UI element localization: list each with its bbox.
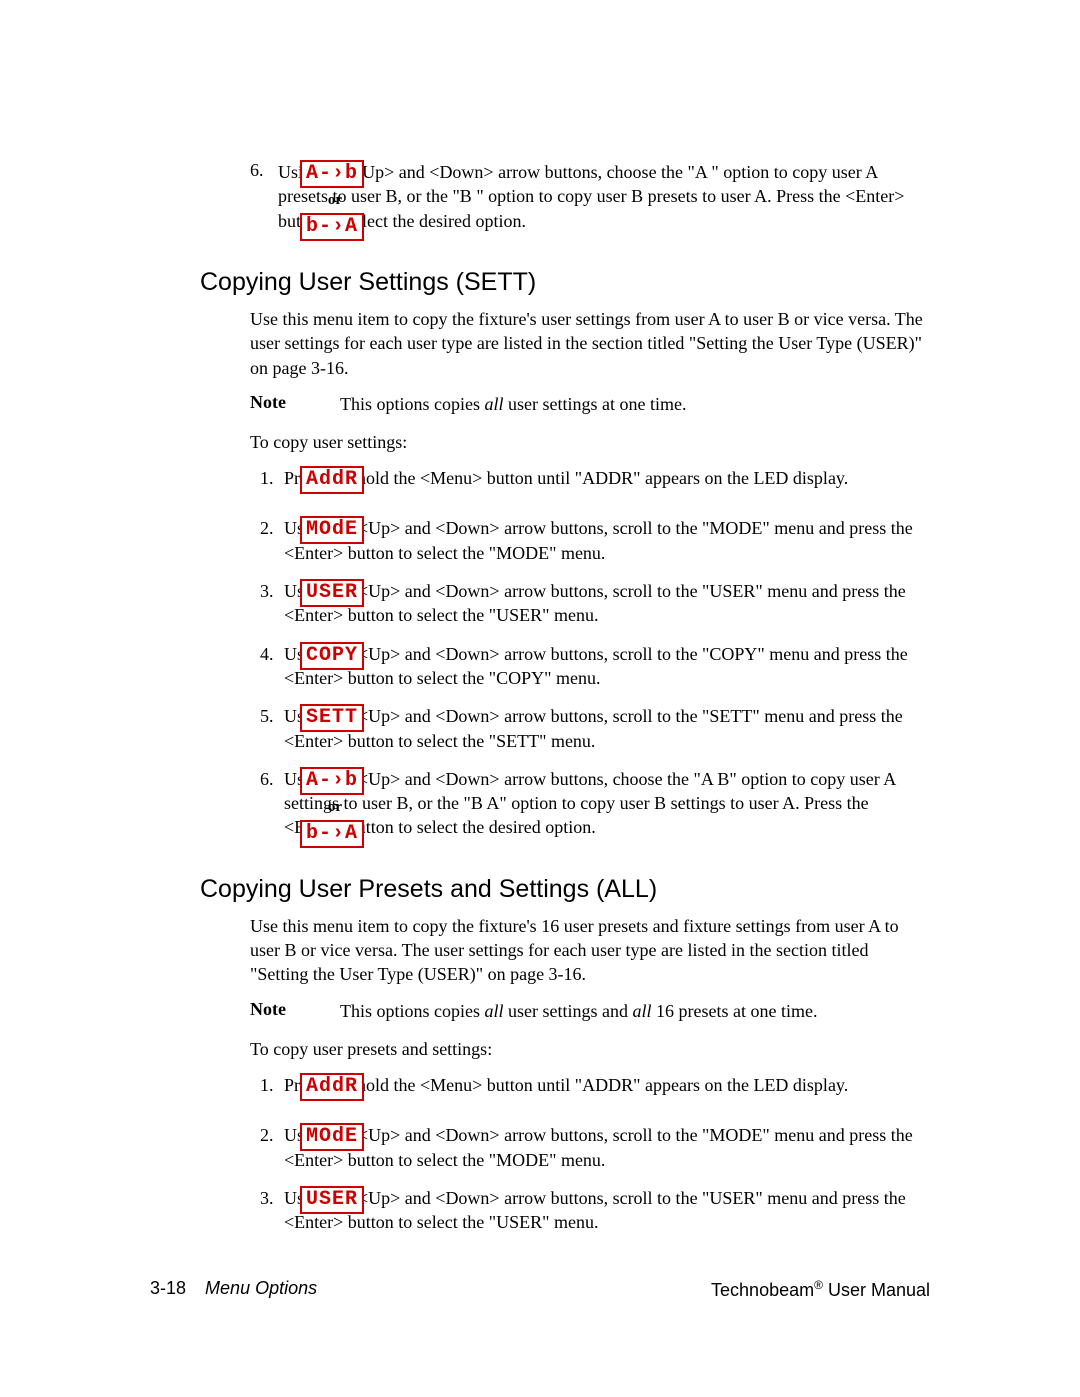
all-step3-row: USER Using the <Up> and <Down> arrow but… xyxy=(150,1186,930,1235)
step-text: Using the <Up> and <Down> arrow buttons,… xyxy=(278,1123,930,1172)
all-intro: Use this menu item to copy the fixture's… xyxy=(250,914,930,987)
step-text: Using the <Up> and <Down> arrow buttons,… xyxy=(278,579,930,628)
sett-step2-row: MOdE Using the <Up> and <Down> arrow but… xyxy=(150,516,930,565)
sett-intro: Use this menu item to copy the fixture's… xyxy=(250,307,930,380)
led-a-to-b: A-›b xyxy=(300,767,364,795)
sett-step5-icon: SETT xyxy=(300,704,370,732)
sett-step3-row: USER Using the <Up> and <Down> arrow but… xyxy=(150,579,930,628)
note-pre: This options copies xyxy=(340,394,485,414)
note-label: Note xyxy=(250,392,340,416)
step-text: Using the <Up> and <Down> arrow buttons,… xyxy=(278,704,930,753)
page-number: 3-18 xyxy=(150,1278,186,1298)
led-addr: AddR xyxy=(300,1073,364,1101)
note-label: Note xyxy=(250,999,340,1023)
note-ital2: all xyxy=(633,1001,652,1021)
heading-sett: Copying User Settings (SETT) xyxy=(200,268,930,297)
heading-all: Copying User Presets and Settings (ALL) xyxy=(200,875,930,904)
sett-step3-icon: USER xyxy=(300,579,370,607)
note-pre: This options copies xyxy=(340,1001,485,1021)
led-copy: COPY xyxy=(300,642,364,670)
step-text: Using the <Up> and <Down> arrow buttons,… xyxy=(278,642,930,691)
product-name: Technobeam xyxy=(711,1280,814,1300)
step-text: Using the <Up> and <Down> arrow buttons,… xyxy=(278,1186,930,1235)
sett-step4-row: COPY Using the <Up> and <Down> arrow but… xyxy=(150,642,930,691)
all-step2-row: MOdE Using the <Up> and <Down> arrow but… xyxy=(150,1123,930,1172)
led-b-to-a: b-›A xyxy=(300,820,364,848)
or-label: or xyxy=(300,799,370,816)
or-label: or xyxy=(300,192,370,209)
manual-label: User Manual xyxy=(823,1280,930,1300)
all-intro-block: Use this menu item to copy the fixture's… xyxy=(250,914,930,1061)
registered-icon: ® xyxy=(814,1278,823,1292)
note-ital1: all xyxy=(485,1001,504,1021)
footer-left: 3-18 Menu Options xyxy=(150,1278,317,1301)
sett-to-copy: To copy user settings: xyxy=(250,430,930,454)
led-a-to-b: A-›b xyxy=(300,160,364,188)
sett-step6-icons: A-›b or b-›A xyxy=(300,767,370,848)
sett-step6-row: A-›b or b-›A Using the <Up> and <Down> a… xyxy=(150,767,930,857)
led-sett: SETT xyxy=(300,704,364,732)
top-step6-row: A-›b or b-›A 6. Using the <Up> and <Down… xyxy=(150,160,930,250)
note-text: This options copies all user settings an… xyxy=(340,999,817,1023)
led-user: USER xyxy=(300,579,364,607)
step-text: Press and hold the <Menu> button until "… xyxy=(278,1073,930,1097)
sett-step5-row: SETT Using the <Up> and <Down> arrow but… xyxy=(150,704,930,753)
footer-right: Technobeam® User Manual xyxy=(711,1278,930,1301)
all-to-copy: To copy user presets and settings: xyxy=(250,1037,930,1061)
sett-step4-icon: COPY xyxy=(300,642,370,670)
note-post: user settings at one time. xyxy=(504,394,687,414)
all-step2-icon: MOdE xyxy=(300,1123,370,1151)
footer-section: Menu Options xyxy=(205,1278,317,1298)
sett-intro-block: Use this menu item to copy the fixture's… xyxy=(250,307,930,454)
led-mode: MOdE xyxy=(300,1123,364,1151)
manual-page: A-›b or b-›A 6. Using the <Up> and <Down… xyxy=(0,0,1080,1397)
led-b-to-a: b-›A xyxy=(300,213,364,241)
step-number: 6. xyxy=(250,160,278,233)
all-step1-icon: AddR xyxy=(300,1073,370,1101)
sett-step1-icon: AddR xyxy=(300,466,370,494)
all-note: Note This options copies all user settin… xyxy=(250,999,930,1023)
sett-step1-row: AddR Press and hold the <Menu> button un… xyxy=(150,466,930,512)
led-addr: AddR xyxy=(300,466,364,494)
sett-step2-icon: MOdE xyxy=(300,516,370,544)
note-ital: all xyxy=(485,394,504,414)
top-step6-icons: A-›b or b-›A xyxy=(300,160,370,241)
all-step3-icon: USER xyxy=(300,1186,370,1214)
step-text: Using the <Up> and <Down> arrow buttons,… xyxy=(278,160,930,233)
note-post: 16 presets at one time. xyxy=(652,1001,818,1021)
step-text: Using the <Up> and <Down> arrow buttons,… xyxy=(278,516,930,565)
page-footer: 3-18 Menu Options Technobeam® User Manua… xyxy=(150,1278,930,1301)
all-step1-row: AddR Press and hold the <Menu> button un… xyxy=(150,1073,930,1119)
led-user: USER xyxy=(300,1186,364,1214)
note-mid: user settings and xyxy=(504,1001,633,1021)
sett-note: Note This options copies all user settin… xyxy=(250,392,930,416)
note-text: This options copies all user settings at… xyxy=(340,392,686,416)
step-text: Using the <Up> and <Down> arrow buttons,… xyxy=(278,767,930,840)
step-text: Press and hold the <Menu> button until "… xyxy=(278,466,930,490)
led-mode: MOdE xyxy=(300,516,364,544)
